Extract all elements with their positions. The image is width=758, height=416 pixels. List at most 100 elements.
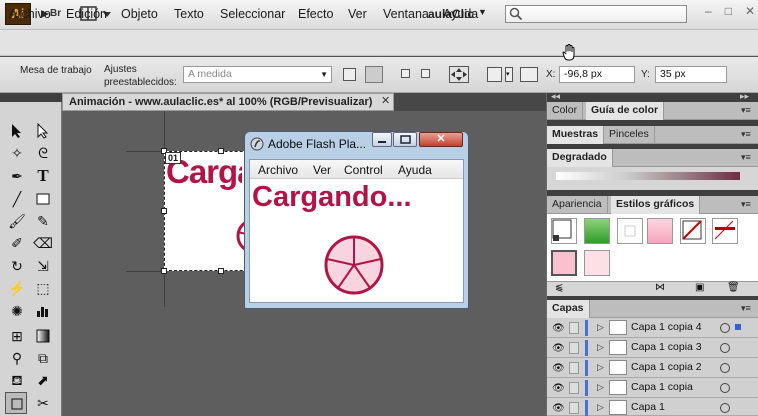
eye-icon[interactable]: 👁 <box>552 363 565 374</box>
expand-icon[interactable]: ▸▸ <box>740 91 749 102</box>
layer-row[interactable]: 👁 ▷ Capa 1 copia 2 <box>547 358 758 378</box>
magic-wand-tool[interactable]: ✧ <box>6 142 28 164</box>
portrait-icon[interactable] <box>343 68 356 81</box>
width-tool[interactable]: ⚡ <box>6 277 28 299</box>
layer-row[interactable]: 👁 ▷ Capa 1 copia 3 <box>547 338 758 358</box>
close-button[interactable]: ✕ <box>419 132 463 147</box>
panel-menu-icon[interactable]: ▾≡ <box>741 303 751 314</box>
style-green[interactable] <box>584 218 610 244</box>
flash-menu-control[interactable]: Control <box>344 163 383 177</box>
flash-menu-ayuda[interactable]: Ayuda <box>398 163 432 177</box>
eraser-tool[interactable]: ⌫ <box>32 232 54 254</box>
target-icon[interactable] <box>720 323 730 333</box>
minimize-button[interactable] <box>372 132 392 147</box>
gradient-tool[interactable] <box>32 325 54 347</box>
close-icon[interactable]: ✕ <box>381 94 390 107</box>
style-pink-selected[interactable] <box>551 250 577 276</box>
close-button[interactable]: ✕ <box>745 4 755 22</box>
style-default[interactable] <box>551 218 577 244</box>
lock-toggle[interactable] <box>569 322 579 334</box>
tab-brushes[interactable]: Pinceles <box>604 126 655 144</box>
target-icon[interactable] <box>720 363 730 373</box>
new-artboard-icon[interactable] <box>401 69 410 78</box>
scale-tool[interactable]: ⇲ <box>32 255 54 277</box>
type-tool[interactable]: T <box>32 165 54 187</box>
blob-brush-tool[interactable]: ✐ <box>6 232 28 254</box>
landscape-icon[interactable] <box>365 66 383 83</box>
document-tab[interactable]: Animación - www.aulaclic.es* al 100% (RG… <box>62 93 394 111</box>
tab-graphic-styles[interactable]: Estilos gráficos <box>611 196 701 214</box>
layer-row[interactable]: 👁 ▷ Capa 1 copia <box>547 378 758 398</box>
expand-arrow-icon[interactable]: ▷ <box>597 402 604 413</box>
maximize-button[interactable] <box>393 132 417 147</box>
style-none-pink[interactable] <box>680 218 706 244</box>
target-icon[interactable] <box>720 343 730 353</box>
reference-point-icon[interactable] <box>487 67 502 82</box>
panel-menu-icon[interactable]: ▾≡ <box>741 105 751 116</box>
toolbox-header[interactable] <box>0 93 62 102</box>
expand-arrow-icon[interactable]: ▷ <box>597 342 604 353</box>
resize-handle[interactable] <box>161 208 167 214</box>
panel-menu-icon[interactable]: ▾≡ <box>741 152 751 163</box>
move-with-artboard-icon[interactable] <box>449 66 469 83</box>
flash-menu-ver[interactable]: Ver <box>313 163 331 177</box>
menu-seleccionar[interactable]: Seleccionar <box>220 7 285 21</box>
pencil-tool[interactable]: ✎ <box>32 210 54 232</box>
eyedropper-tool[interactable]: ⚲ <box>6 347 28 369</box>
panel-dock-header[interactable] <box>547 93 758 102</box>
tab-appearance[interactable]: Apariencia <box>547 196 608 214</box>
symbol-sprayer-tool[interactable]: ✺ <box>6 300 28 322</box>
eye-icon[interactable]: 👁 <box>552 403 565 414</box>
gradient-slider[interactable] <box>556 172 740 180</box>
menu-objeto[interactable]: Objeto <box>121 7 158 21</box>
menu-archivo[interactable]: Archivo <box>9 7 51 21</box>
maximize-button[interactable]: □ <box>725 4 732 22</box>
minimize-button[interactable]: – <box>705 4 712 22</box>
layer-row[interactable]: 👁 ▷ Capa 1 <box>547 398 758 416</box>
chevron-down-icon[interactable]: ▾ <box>505 67 513 82</box>
reference-grid-icon[interactable] <box>520 67 538 82</box>
menu-efecto[interactable]: Efecto <box>298 7 333 21</box>
eye-icon[interactable]: 👁 <box>552 323 565 334</box>
tab-gradient[interactable]: Degradado <box>547 149 613 167</box>
line-tool[interactable]: ╱ <box>6 188 28 210</box>
lock-toggle[interactable] <box>569 382 579 394</box>
panel-menu-icon[interactable]: ▾≡ <box>741 129 751 140</box>
tab-color-guide[interactable]: Guía de color <box>586 102 665 120</box>
expand-arrow-icon[interactable]: ▷ <box>597 322 604 333</box>
tab-swatches[interactable]: Muestras <box>547 126 605 144</box>
tab-layers[interactable]: Capas <box>547 300 590 318</box>
tab-color[interactable]: Color <box>547 102 584 120</box>
menu-ayuda[interactable]: Ayuda <box>443 7 478 21</box>
panel-menu-icon[interactable]: ▾≡ <box>741 199 751 210</box>
menu-ver[interactable]: Ver <box>348 7 367 21</box>
blend-tool[interactable]: ⧉ <box>32 347 54 369</box>
rectangle-tool[interactable] <box>32 188 54 210</box>
resize-handle[interactable] <box>161 268 167 274</box>
eye-icon[interactable]: 👁 <box>552 383 565 394</box>
lock-toggle[interactable] <box>569 362 579 374</box>
flash-menu-archivo[interactable]: Archivo <box>258 163 298 177</box>
artboard-tool[interactable] <box>5 392 27 414</box>
break-link-icon[interactable]: ⋈ <box>655 282 665 293</box>
search-input[interactable] <box>505 5 687 23</box>
collapse-icon[interactable]: ◂◂ <box>551 91 560 102</box>
style-light-pink[interactable] <box>584 250 610 276</box>
expand-arrow-icon[interactable]: ▷ <box>597 382 604 393</box>
library-icon[interactable]: ⫹ <box>555 282 563 293</box>
menu-texto[interactable]: Texto <box>174 7 204 21</box>
resize-handle[interactable] <box>218 148 224 154</box>
mesh-tool[interactable]: ⊞ <box>6 325 28 347</box>
eye-icon[interactable]: 👁 <box>552 343 565 354</box>
target-icon[interactable] <box>720 403 730 413</box>
delete-artboard-icon[interactable] <box>421 69 430 78</box>
style-pink-bevel[interactable] <box>647 218 673 244</box>
expand-arrow-icon[interactable]: ▷ <box>597 362 604 373</box>
y-field[interactable]: 35 px <box>655 66 727 83</box>
style-shadow[interactable] <box>617 218 643 244</box>
resize-handle[interactable] <box>218 268 224 274</box>
lock-toggle[interactable] <box>569 402 579 414</box>
pen-tool[interactable]: ✒ <box>6 165 28 187</box>
target-icon[interactable] <box>720 383 730 393</box>
live-paint-selection-tool[interactable]: ⬈ <box>32 369 54 391</box>
